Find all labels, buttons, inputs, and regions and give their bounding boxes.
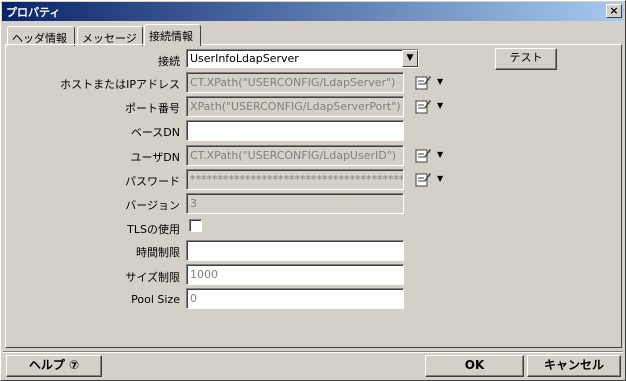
user-dn-field[interactable]: CT.XPath("USERCONFIG/LdapUserID")	[186, 145, 404, 166]
dropdown-arrow-icon[interactable]: ▼	[437, 175, 445, 183]
size-limit-value: 1000	[190, 268, 218, 281]
pool-size-label: Pool Size	[131, 293, 180, 306]
base-dn-label: ベースDN	[130, 126, 180, 139]
pool-size-value: 0	[190, 292, 197, 305]
edit-expression-icon[interactable]	[415, 171, 431, 187]
user-dn-label: ユーザDN	[130, 151, 180, 164]
host-label: ホストまたはIPアドレス	[60, 78, 180, 91]
dropdown-arrow-icon[interactable]: ▼	[437, 151, 445, 159]
ok-button[interactable]: OK	[425, 355, 524, 377]
connection-label: 接続	[158, 55, 180, 68]
title-bar: プロパティ ×	[2, 2, 624, 21]
password-field[interactable]: ****************************************	[186, 169, 404, 190]
test-button-label: テスト	[509, 51, 543, 64]
window-title: プロパティ	[6, 6, 61, 19]
password-value: ****************************************	[190, 173, 404, 186]
help-button[interactable]: ヘルプ ⑦	[6, 355, 102, 377]
edit-expression-icon[interactable]	[415, 98, 431, 114]
cancel-button[interactable]: キャンセル	[527, 355, 621, 377]
port-label: ポート番号	[125, 102, 180, 115]
port-field[interactable]: XPath("USERCONFIG/LdapServerPort")	[186, 96, 404, 117]
version-value: 3	[190, 197, 197, 210]
size-limit-field[interactable]: 1000	[186, 264, 404, 285]
close-icon: ×	[609, 4, 619, 17]
port-value: XPath("USERCONFIG/LdapServerPort")	[190, 100, 401, 113]
test-button[interactable]: テスト	[495, 48, 557, 70]
tls-checkbox[interactable]	[189, 219, 202, 232]
time-limit-field[interactable]	[186, 240, 404, 261]
edit-expression-icon[interactable]	[415, 147, 431, 163]
ok-button-label: OK	[464, 358, 485, 372]
close-button[interactable]: ×	[606, 4, 622, 18]
version-field[interactable]: 3	[186, 193, 404, 214]
footer-separator	[3, 351, 623, 353]
password-label: パスワード	[125, 175, 180, 188]
chevron-down-icon[interactable]: ▼	[402, 50, 418, 67]
time-limit-label: 時間制限	[136, 246, 180, 259]
properties-dialog: プロパティ × ヘッダ情報 メッセージ 接続情報 接続 UserInfoLdap…	[0, 0, 626, 381]
connection-select[interactable]: UserInfoLdapServer ▼	[186, 49, 419, 68]
help-button-label: ヘルプ ⑦	[28, 358, 80, 372]
host-value: CT.XPath("USERCONFIG/LdapServer")	[190, 76, 396, 89]
connection-select-value: UserInfoLdapServer	[190, 52, 299, 65]
host-field[interactable]: CT.XPath("USERCONFIG/LdapServer")	[186, 72, 404, 93]
tab-connection-info-label: 接続情報	[149, 30, 193, 43]
tls-label: TLSの使用	[127, 223, 180, 236]
dropdown-arrow-icon[interactable]: ▼	[437, 102, 445, 110]
edit-expression-icon[interactable]	[415, 74, 431, 90]
tab-header-info[interactable]: ヘッダ情報	[7, 26, 75, 46]
cancel-button-label: キャンセル	[543, 358, 604, 372]
size-limit-label: サイズ制限	[125, 271, 180, 284]
tab-connection-info[interactable]: 接続情報	[144, 24, 201, 46]
base-dn-field[interactable]	[186, 120, 404, 141]
pool-size-field[interactable]: 0	[186, 288, 404, 309]
version-label: バージョン	[125, 199, 180, 212]
tab-message[interactable]: メッセージ	[77, 26, 143, 46]
dropdown-arrow-icon[interactable]: ▼	[437, 78, 445, 86]
user-dn-value: CT.XPath("USERCONFIG/LdapUserID")	[190, 149, 397, 162]
